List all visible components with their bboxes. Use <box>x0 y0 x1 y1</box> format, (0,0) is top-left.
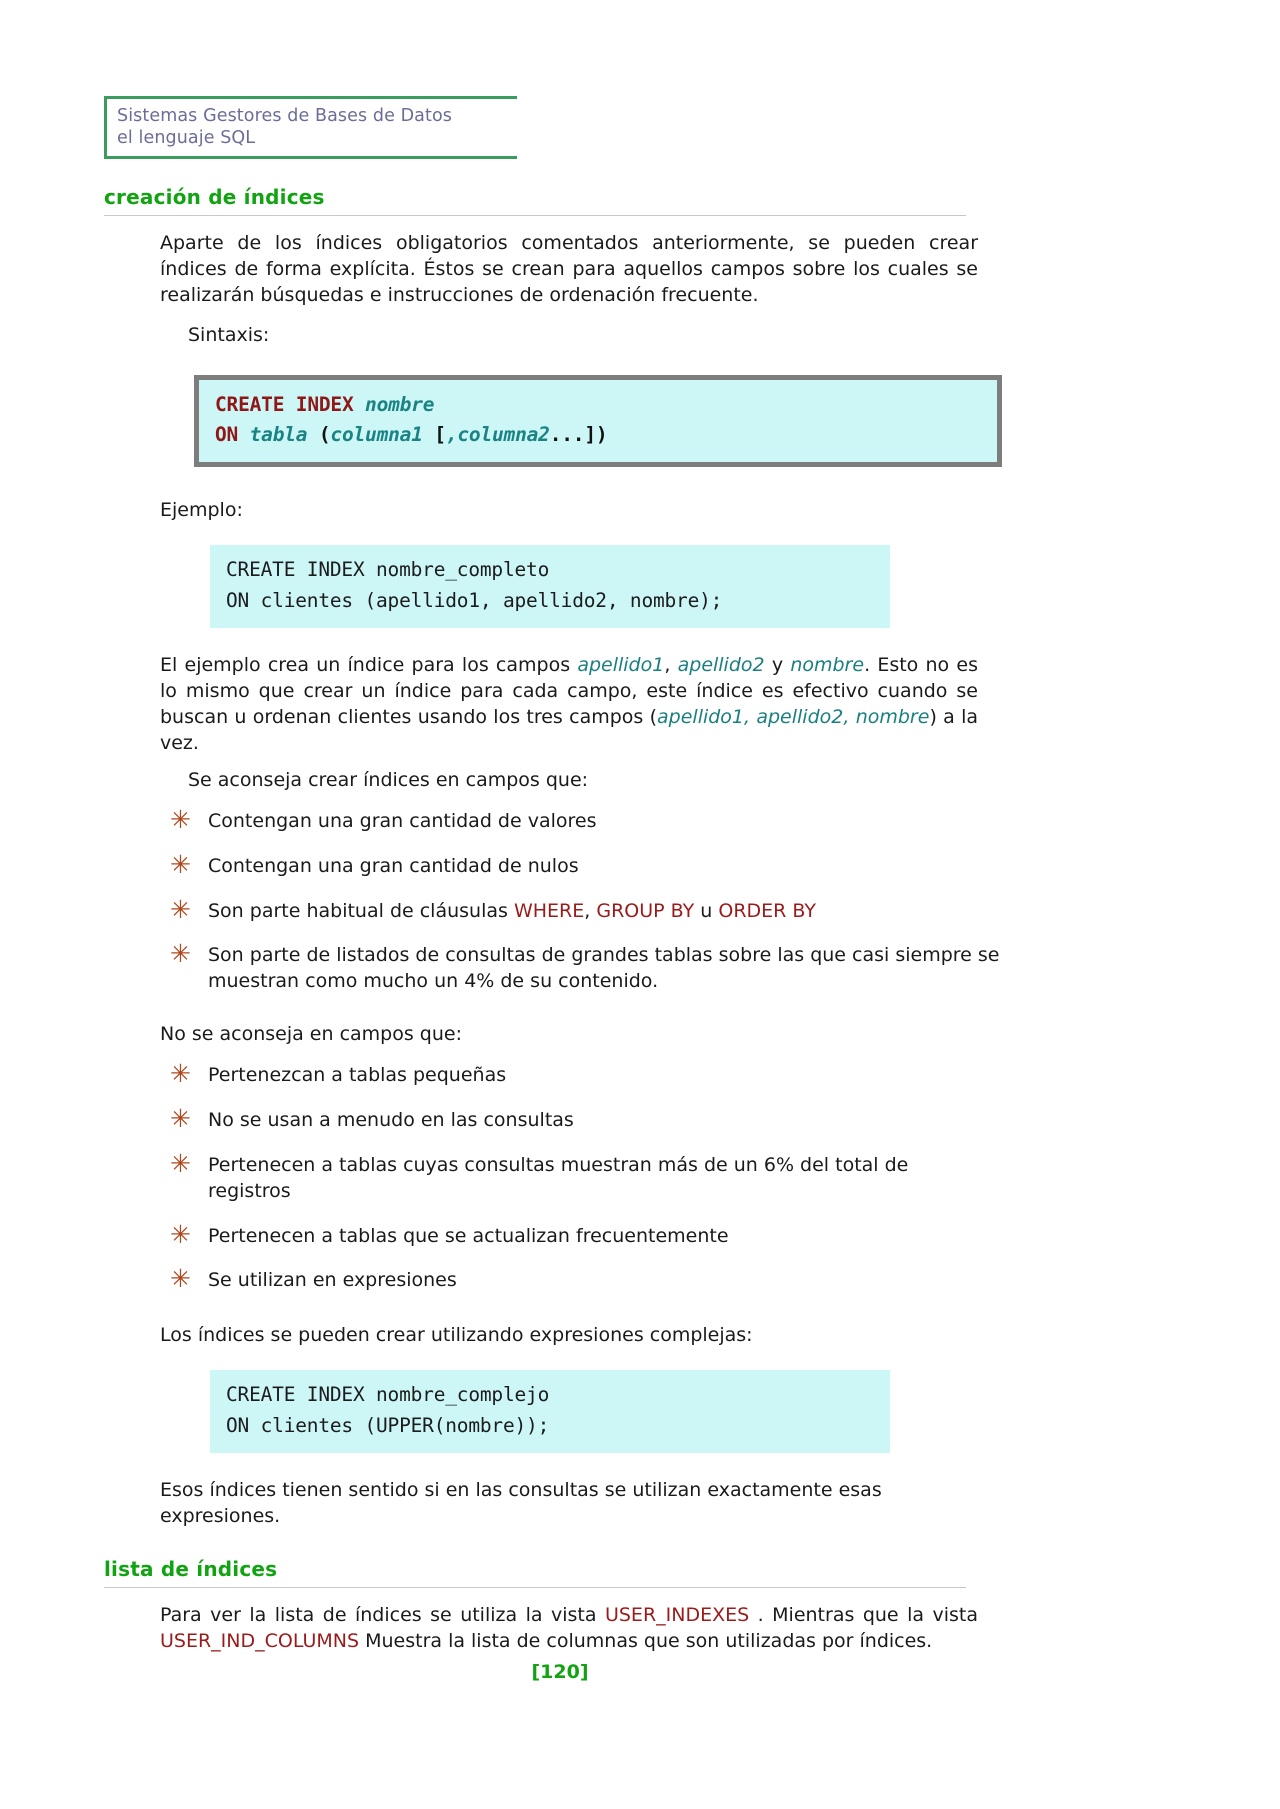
lista-text-a: Para ver la lista de índices se utiliza … <box>160 1604 605 1627</box>
list-item: ✳ Pertenezcan a tablas pequeñas <box>160 1059 990 1089</box>
syntax-code-line-1: CREATE INDEX nombre <box>199 390 997 420</box>
list-item: ✳ Se utilizan en expresiones <box>160 1264 990 1294</box>
after-example-text-b: , <box>664 653 678 676</box>
view-user-ind-columns: USER_IND_COLUMNS <box>160 1630 360 1653</box>
lista-paragraph-block: Para ver la lista de índices se utiliza … <box>160 1602 978 1654</box>
list-item: ✳ Son parte habitual de cláusulas WHERE,… <box>160 894 1020 925</box>
lista-text-b: . Mientras que la vista <box>749 1604 978 1627</box>
asterisk-bullet-icon: ✳ <box>170 1148 191 1178</box>
asterisk-bullet-icon: ✳ <box>170 1059 191 1089</box>
asterisk-bullet-icon: ✳ <box>170 849 191 879</box>
complex-intro-block: Los índices se pueden crear utilizando e… <box>160 1322 978 1348</box>
asterisk-bullet-icon: ✳ <box>170 1219 191 1249</box>
asterisk-bullet-icon: ✳ <box>170 1104 191 1134</box>
example-code-line-1: CREATE INDEX nombre_completo <box>226 558 550 582</box>
example-code-line-2: ON clientes (apellido1, apellido2, nombr… <box>226 588 723 612</box>
not-advise-label-block: No se aconseja en campos que: <box>160 1021 978 1047</box>
list-item-sep-2: u <box>694 899 719 922</box>
running-header-line-1: Sistemas Gestores de Bases de Datos <box>117 106 452 126</box>
asterisk-bullet-icon: ✳ <box>170 1264 191 1294</box>
section-heading-creacion: creación de índices <box>104 185 966 216</box>
page-number: [120] <box>531 1660 589 1683</box>
syntax-var-tabla: tabla <box>249 422 319 446</box>
sql-keyword-where: WHERE <box>513 899 585 922</box>
field-triple: apellido1, apellido2, nombre <box>657 706 930 729</box>
sql-keyword-group-by: GROUP BY <box>596 899 695 922</box>
lista-paragraph: Para ver la lista de índices se utiliza … <box>160 1602 978 1654</box>
intro-paragraph-block: Aparte de los índices obligatorios comen… <box>160 230 978 349</box>
syntax-keyword-create-index: CREATE INDEX <box>215 392 366 416</box>
field-apellido2: apellido2 <box>677 653 765 676</box>
syntax-code-block: CREATE INDEX nombre ON tabla (columna1 [… <box>194 374 1002 468</box>
complex-intro-paragraph: Los índices se pueden crear utilizando e… <box>160 1324 753 1347</box>
after-example-block: El ejemplo crea un índice para los campo… <box>160 652 978 793</box>
field-nombre: nombre <box>790 653 865 676</box>
asterisk-bullet-icon: ✳ <box>170 939 191 969</box>
view-user-indexes: USER_INDEXES <box>604 1604 750 1627</box>
syntax-var-columna1: columna1 <box>330 422 435 446</box>
asterisk-bullet-icon: ✳ <box>170 804 191 834</box>
ejemplo-label-block: Ejemplo: <box>160 497 978 523</box>
complex-outro-paragraph: Esos índices tienen sentido si en las co… <box>160 1478 882 1528</box>
list-item-sep-1: , <box>584 899 597 922</box>
running-header: Sistemas Gestores de Bases de Datos el l… <box>104 96 517 159</box>
syntax-var-nombre: nombre <box>365 392 435 416</box>
list-item-prefix: Son parte habitual de cláusulas <box>208 899 514 922</box>
document-page: Sistemas Gestores de Bases de Datos el l… <box>0 0 1280 1809</box>
section-title-creacion: creación de índices <box>104 184 325 209</box>
running-header-line-2: el lenguaje SQL <box>117 128 256 149</box>
complex-code-line-1: CREATE INDEX nombre_complejo <box>226 1383 550 1407</box>
syntax-punct-tail: ...]) <box>549 422 608 446</box>
list-item: ✳ Pertenecen a tablas cuyas consultas mu… <box>160 1148 990 1205</box>
list-item: ✳ Pertenecen a tablas que se actualizan … <box>160 1219 990 1250</box>
list-item-label: Contengan una gran cantidad de nulos <box>208 854 579 877</box>
sintaxis-label: Sintaxis: <box>188 324 270 347</box>
syntax-code-line-2: ON tabla (columna1 [,columna2...]) <box>199 420 997 450</box>
list-item-label: Pertenecen a tablas que se actualizan fr… <box>208 1224 729 1247</box>
after-example-text-a: El ejemplo crea un índice para los campo… <box>160 653 578 676</box>
list-item: ✳ Son parte de listados de consultas de … <box>160 939 1020 995</box>
after-example-text-c: y <box>764 653 791 676</box>
list-item-label: Se utilizan en expresiones <box>208 1269 457 1292</box>
syntax-punct-open-bracket: [ <box>434 422 446 446</box>
sql-keyword-order-by: ORDER BY <box>718 899 816 922</box>
advise-label: Se aconseja crear índices en campos que: <box>188 768 589 791</box>
syntax-keyword-on: ON <box>215 422 250 446</box>
syntax-var-columna2: ,columna2 <box>445 422 550 446</box>
list-item: ✳ Contengan una gran cantidad de valores <box>160 804 1020 835</box>
section-heading-lista: lista de índices <box>104 1557 966 1589</box>
not-advise-label: No se aconseja en campos que: <box>160 1022 462 1045</box>
after-example-paragraph: El ejemplo crea un índice para los campo… <box>160 652 978 757</box>
intro-paragraph: Aparte de los índices obligatorios comen… <box>160 231 978 307</box>
lista-text-c: Muestra la lista de columnas que son uti… <box>359 1630 933 1653</box>
syntax-punct-open-paren: ( <box>318 422 331 446</box>
not-advise-bullet-list: ✳ Pertenezcan a tablas pequeñas ✳ No se … <box>160 1059 990 1294</box>
list-item-label: Pertenecen a tablas cuyas consultas mues… <box>208 1153 909 1202</box>
list-item-label: No se usan a menudo en las consultas <box>208 1109 574 1132</box>
field-apellido1: apellido1 <box>577 653 665 676</box>
complex-code-block: CREATE INDEX nombre_complejo ON clientes… <box>210 1370 890 1453</box>
ejemplo-label: Ejemplo: <box>160 499 243 522</box>
complex-code-line-2: ON clientes (UPPER(nombre)); <box>226 1413 550 1437</box>
section-title-lista: lista de índices <box>104 1557 278 1582</box>
advise-bullet-list: ✳ Contengan una gran cantidad de valores… <box>160 806 999 995</box>
list-item-label: Contengan una gran cantidad de valores <box>208 809 597 832</box>
list-item-label: Son parte de listados de consultas de gr… <box>208 944 1000 993</box>
list-item: ✳ No se usan a menudo en las consultas <box>160 1104 990 1134</box>
list-item: ✳ Contengan una gran cantidad de nulos <box>160 849 1020 880</box>
list-item-label: Pertenezcan a tablas pequeñas <box>208 1064 507 1087</box>
asterisk-bullet-icon: ✳ <box>170 894 191 924</box>
complex-outro-block: Esos índices tienen sentido si en las co… <box>160 1477 978 1529</box>
example-code-block: CREATE INDEX nombre_completo ON clientes… <box>210 545 890 628</box>
